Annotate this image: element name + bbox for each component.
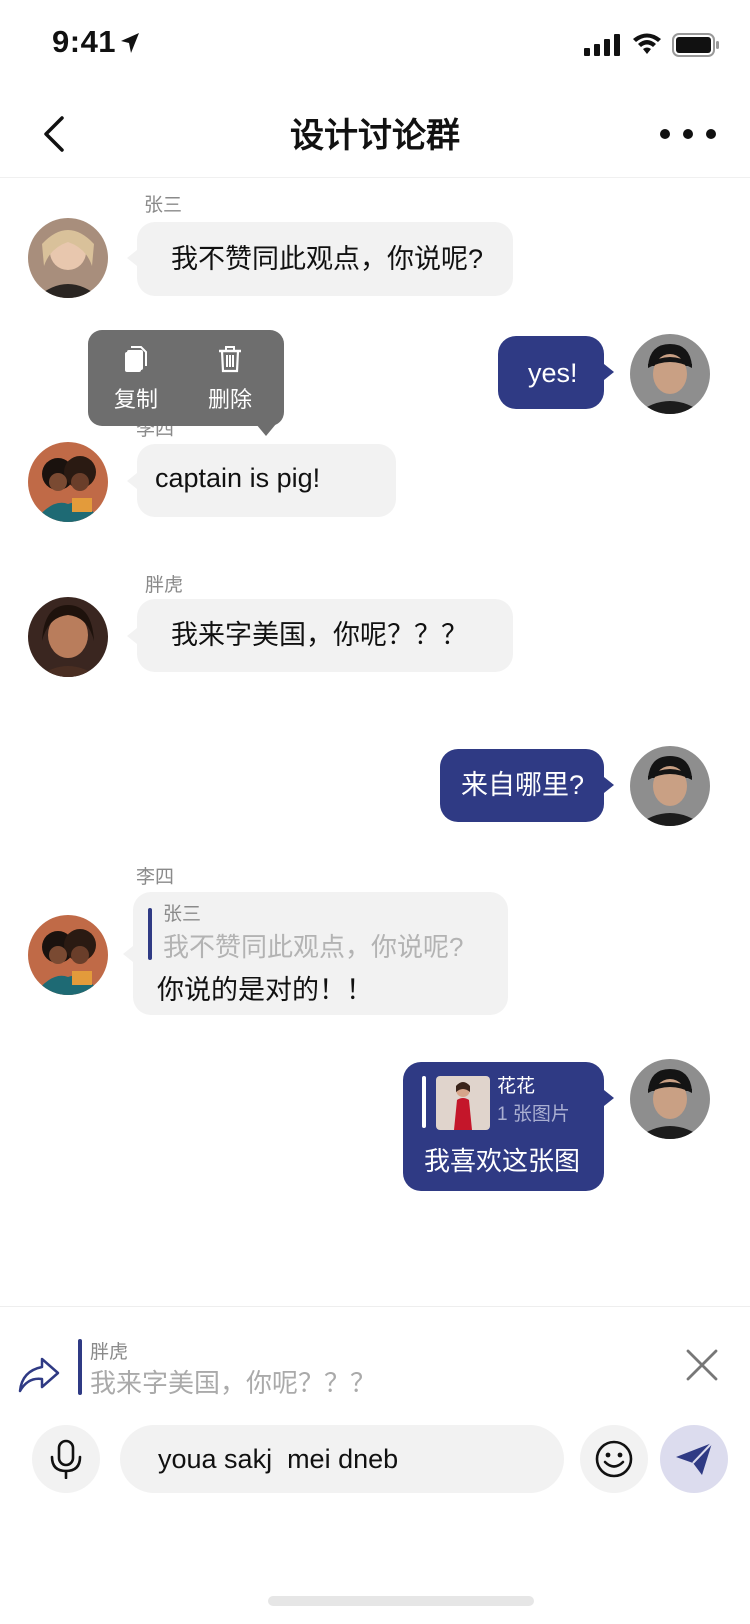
composer: 胖虎 我来字美国，你呢？？？ <box>0 1306 750 1624</box>
message-context-menu: 复制 删除 <box>88 330 284 426</box>
more-options-icon[interactable] <box>660 116 716 148</box>
message-bubble[interactable]: 我不赞同此观点，你说呢? <box>137 222 513 296</box>
message-bubble[interactable]: 来自哪里? <box>440 749 604 822</box>
bubble-tail <box>127 473 137 489</box>
avatar[interactable] <box>630 334 710 414</box>
reply-sender: 胖虎 <box>90 1342 129 1363</box>
microphone-icon <box>50 1439 82 1479</box>
reply-quote-bar <box>78 1339 82 1395</box>
bubble-tail <box>604 777 614 793</box>
message-bubble[interactable]: 我来字美国，你呢？？？ <box>137 599 513 672</box>
quote-sender: 花花 <box>497 1076 536 1097</box>
message-text: 我来字美国，你呢？？？ <box>171 620 468 650</box>
navigation-bar: 设计讨论群 <box>0 88 750 178</box>
send-icon <box>676 1442 713 1475</box>
quote-text: 我不赞同此观点，你说呢? <box>163 932 464 962</box>
close-icon[interactable] <box>684 1347 720 1383</box>
cellular-signal-icon <box>584 34 620 56</box>
copy-menu-item[interactable]: 复制 <box>96 344 176 414</box>
location-arrow-icon <box>121 33 139 53</box>
reply-arrow-icon <box>18 1357 60 1393</box>
status-bar: 9:41 <box>0 0 750 88</box>
delete-menu-item[interactable]: 删除 <box>190 344 270 414</box>
page-title: 设计讨论群 <box>290 117 460 155</box>
wifi-icon <box>633 33 661 54</box>
quote-sender: 张三 <box>163 904 202 925</box>
message-bubble[interactable]: 花花 1 张图片 我喜欢这张图 <box>403 1062 604 1191</box>
avatar[interactable] <box>630 1059 710 1139</box>
sender-name: 张三 <box>144 195 183 216</box>
reply-text: 我来字美国，你呢？？？ <box>90 1368 377 1398</box>
avatar[interactable] <box>28 442 108 522</box>
avatar[interactable] <box>28 597 108 677</box>
bubble-tail <box>127 628 137 644</box>
voice-button[interactable] <box>32 1425 100 1493</box>
message-text: captain is pig! <box>155 463 321 493</box>
avatar[interactable] <box>28 218 108 298</box>
home-indicator <box>268 1596 534 1606</box>
quote-text: 1 张图片 <box>497 1104 570 1125</box>
bubble-tail <box>604 1090 614 1106</box>
message-text: 你说的是对的！！ <box>157 975 373 1005</box>
bubble-tail <box>123 946 133 962</box>
message-bubble[interactable]: captain is pig! <box>137 444 396 517</box>
message-bubble[interactable]: 张三 我不赞同此观点，你说呢? 你说的是对的！！ <box>133 892 508 1015</box>
bubble-tail <box>604 364 614 380</box>
message-text: 我不赞同此观点，你说呢? <box>171 244 484 274</box>
message-text: 我喜欢这张图 <box>424 1146 581 1176</box>
sender-name: 李四 <box>136 867 175 888</box>
quote-thumbnail <box>436 1076 490 1130</box>
emoji-button[interactable] <box>580 1425 648 1493</box>
trash-icon <box>219 346 241 373</box>
battery-icon <box>672 33 719 57</box>
status-time: 9:41 <box>52 24 117 59</box>
emoji-icon <box>595 1440 633 1478</box>
quote-bar <box>148 908 152 960</box>
quote-bar <box>422 1076 426 1128</box>
bubble-tail <box>127 250 137 266</box>
delete-label: 删除 <box>207 387 252 412</box>
message-text: 来自哪里? <box>461 770 585 800</box>
message-text: yes! <box>528 358 578 388</box>
context-menu-pointer <box>256 424 276 436</box>
avatar[interactable] <box>630 746 710 826</box>
message-input[interactable] <box>120 1425 564 1493</box>
message-bubble[interactable]: yes! <box>498 336 604 409</box>
copy-icon <box>125 346 147 372</box>
send-button[interactable] <box>660 1425 728 1493</box>
avatar[interactable] <box>28 915 108 995</box>
sender-name: 胖虎 <box>145 575 184 596</box>
copy-label: 复制 <box>113 387 158 412</box>
